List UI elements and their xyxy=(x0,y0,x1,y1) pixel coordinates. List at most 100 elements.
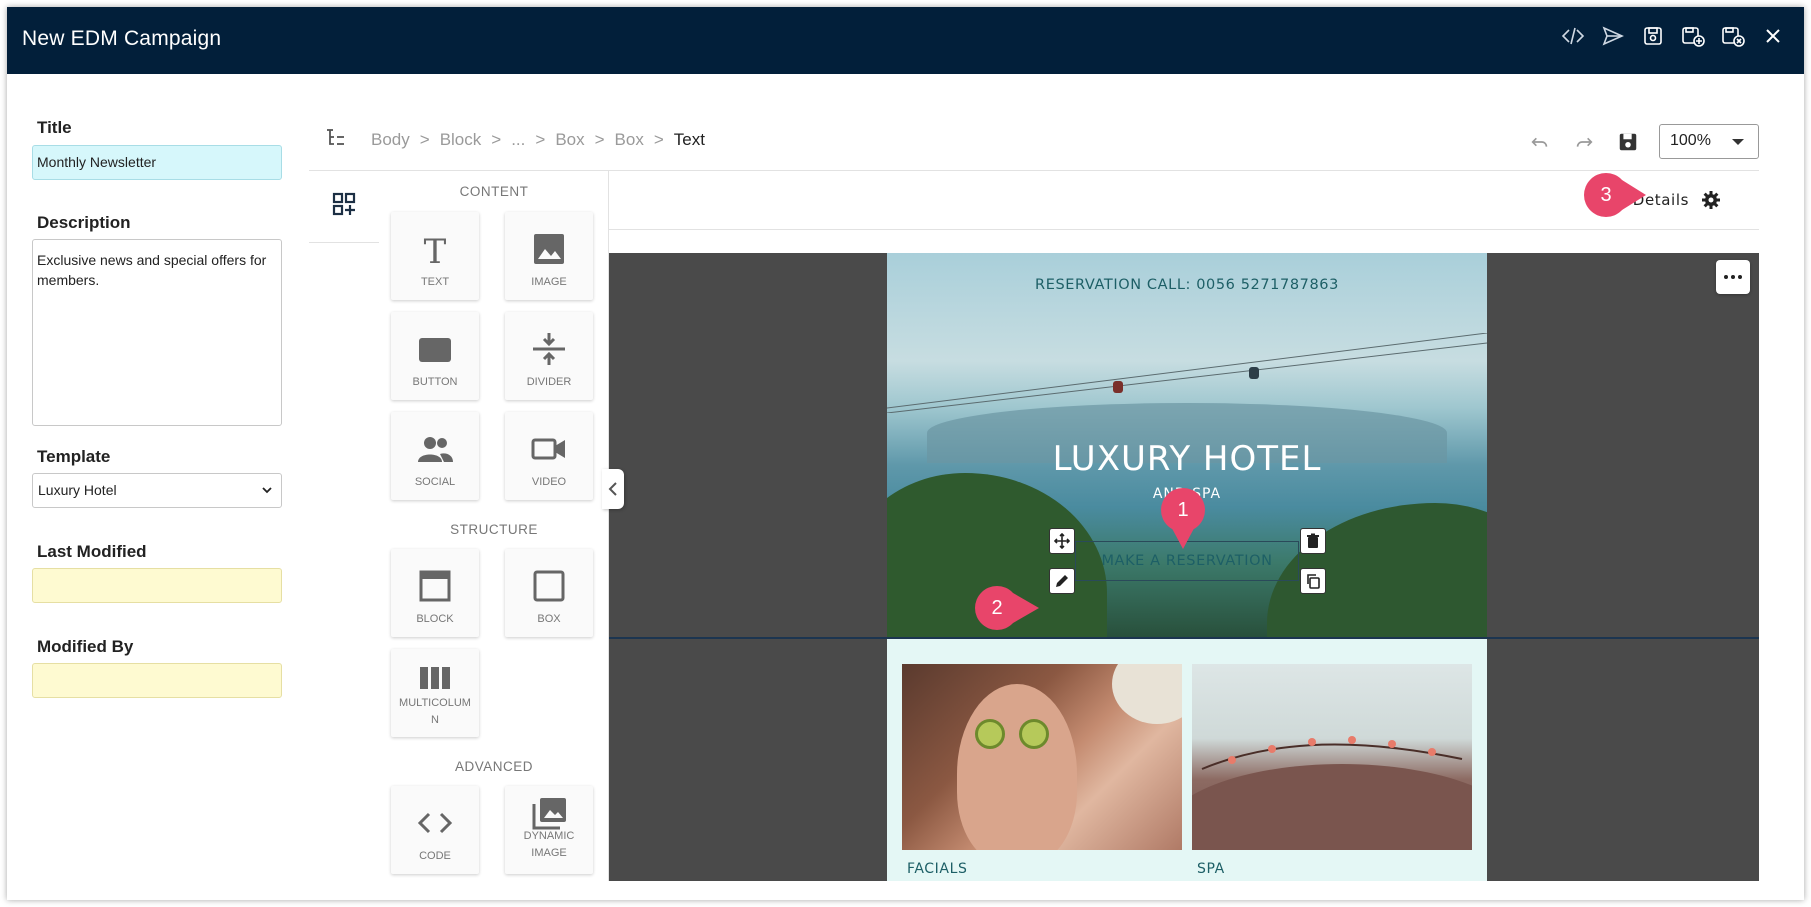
code-icon xyxy=(417,812,453,834)
chevron-left-icon xyxy=(608,482,617,496)
code-block-tile[interactable]: CODE xyxy=(391,786,479,874)
email-body: RESERVATION CALL: 0056 5271787863 LUXURY… xyxy=(609,253,1759,881)
email-canvas: RESERVATION CALL: 0056 5271787863 LUXURY… xyxy=(609,253,1759,881)
cucumber-slice xyxy=(1019,719,1049,749)
tile-label: VIDEO xyxy=(531,476,567,488)
more-options-button[interactable] xyxy=(1716,260,1750,294)
hotel-brand-heading[interactable]: LUXURY HOTEL xyxy=(887,439,1487,479)
breadcrumb-item-block[interactable]: Block xyxy=(440,130,482,150)
flower-branch xyxy=(1201,736,1463,770)
block-block-tile[interactable]: BLOCK xyxy=(391,549,479,637)
advanced-section-title: ADVANCED xyxy=(454,759,533,774)
spa-photo[interactable] xyxy=(1192,664,1472,850)
send-icon[interactable] xyxy=(1600,23,1626,49)
dynamic-image-block-tile[interactable]: DYNAMIC IMAGE xyxy=(505,786,593,874)
code-view-icon[interactable] xyxy=(1560,23,1586,49)
tile-label: DYNAMIC IMAGE xyxy=(523,830,575,859)
trash-icon xyxy=(1307,533,1319,548)
save-icon[interactable] xyxy=(1640,23,1666,49)
add-blocks-tab[interactable] xyxy=(309,171,379,243)
window-title: New EDM Campaign xyxy=(22,27,222,50)
campaign-form: Title Monthly Newsletter Description Exc… xyxy=(7,74,302,900)
multicolumn-block-tile[interactable]: MULTICOLUMN xyxy=(391,649,479,737)
zoom-value: 100% xyxy=(1670,132,1711,149)
cucumber-slice xyxy=(975,719,1005,749)
social-icon xyxy=(418,437,453,462)
description-label: Description xyxy=(37,213,131,232)
tile-label: BOX xyxy=(537,613,561,625)
last-modified-field xyxy=(32,568,282,603)
dot xyxy=(1738,275,1742,279)
content-section-title: CONTENT xyxy=(459,184,529,199)
callout-number: 1 xyxy=(1177,499,1189,521)
template-select-value: Luxury Hotel xyxy=(38,482,117,498)
collapse-panel-button[interactable] xyxy=(602,469,624,509)
duplicate-handle[interactable] xyxy=(1300,568,1326,594)
button-block-tile[interactable]: BUTTON xyxy=(391,312,479,400)
spa-caption[interactable]: SPA xyxy=(1197,861,1225,877)
template-label: Template xyxy=(37,447,111,466)
tile-label: BLOCK xyxy=(416,613,454,625)
video-block-tile[interactable]: VIDEO xyxy=(505,412,593,500)
modified-by-label: Modified By xyxy=(37,637,134,656)
block-icon xyxy=(419,570,451,602)
divider-block-tile[interactable]: DIVIDER xyxy=(505,312,593,400)
facials-photo[interactable] xyxy=(902,664,1182,850)
description-textarea[interactable]: Exclusive news and special offers for me… xyxy=(32,239,282,426)
breadcrumb-item-ellipsis[interactable]: ... xyxy=(511,130,525,150)
gear-icon[interactable] xyxy=(1701,190,1721,210)
save-icon[interactable] xyxy=(1615,129,1641,155)
text-block-tile[interactable]: T TEXT xyxy=(391,212,479,300)
callout-pointer-1 xyxy=(1167,519,1199,549)
blocks-palette: CONTENT T TEXT IMAGE BUTTON DIVIDER SOCI… xyxy=(379,171,609,881)
undo-icon[interactable] xyxy=(1527,129,1553,155)
dot xyxy=(1731,275,1735,279)
move-icon xyxy=(1054,533,1070,549)
services-block[interactable]: FACIALS SPA xyxy=(887,639,1487,881)
tile-label: CODE xyxy=(419,850,451,862)
last-modified-label: Last Modified xyxy=(37,542,147,561)
face xyxy=(957,684,1077,850)
callout-number: 3 xyxy=(1600,184,1612,206)
move-handle[interactable] xyxy=(1049,528,1075,554)
chevron-down-icon xyxy=(262,487,272,494)
video-icon xyxy=(531,438,565,460)
edit-handle[interactable] xyxy=(1049,568,1075,594)
dot xyxy=(1724,275,1728,279)
tile-label: MULTICOLUMN xyxy=(399,697,471,726)
facials-caption[interactable]: FACIALS xyxy=(907,861,967,877)
multicolumn-icon xyxy=(420,667,450,689)
social-block-tile[interactable]: SOCIAL xyxy=(391,412,479,500)
image-block-tile[interactable]: IMAGE xyxy=(505,212,593,300)
divider-icon xyxy=(533,333,565,365)
box-icon xyxy=(533,570,565,602)
pencil-icon xyxy=(1056,575,1068,587)
template-select[interactable]: Luxury Hotel xyxy=(32,473,282,508)
breadcrumb-item-box[interactable]: Box xyxy=(555,130,584,150)
zoom-select[interactable]: 100% xyxy=(1659,124,1759,159)
breadcrumb-item-box-2[interactable]: Box xyxy=(615,130,644,150)
save-close-icon[interactable] xyxy=(1720,23,1746,49)
breadcrumb-bar: Body > Block > ... > Box > Box > Text 10… xyxy=(309,74,1759,171)
tile-label: SOCIAL xyxy=(414,476,456,488)
layer-tree-icon[interactable] xyxy=(324,127,346,149)
redo-icon[interactable] xyxy=(1571,129,1597,155)
modified-by-field xyxy=(32,663,282,698)
tile-label: DIVIDER xyxy=(526,376,572,388)
breadcrumb-item-body[interactable]: Body xyxy=(371,130,410,150)
reservation-call-text[interactable]: RESERVATION CALL: 0056 5271787863 xyxy=(887,277,1487,293)
breadcrumb: Body > Block > ... > Box > Box > Text xyxy=(371,130,705,150)
close-icon[interactable] xyxy=(1760,23,1786,49)
copy-icon xyxy=(1307,574,1320,589)
tile-label: IMAGE xyxy=(531,276,567,288)
hero-block[interactable]: RESERVATION CALL: 0056 5271787863 LUXURY… xyxy=(887,253,1487,639)
save-as-icon[interactable] xyxy=(1680,23,1706,49)
delete-handle[interactable] xyxy=(1300,528,1326,554)
editor-window: New EDM Campaign Title Monthly Newslette… xyxy=(7,7,1804,900)
callout-pointer-2 xyxy=(1013,593,1039,623)
image-icon xyxy=(534,234,564,264)
title-input[interactable]: Monthly Newsletter xyxy=(32,145,282,180)
button-icon xyxy=(419,338,451,362)
title-label: Title xyxy=(37,118,72,137)
box-block-tile[interactable]: BOX xyxy=(505,549,593,637)
